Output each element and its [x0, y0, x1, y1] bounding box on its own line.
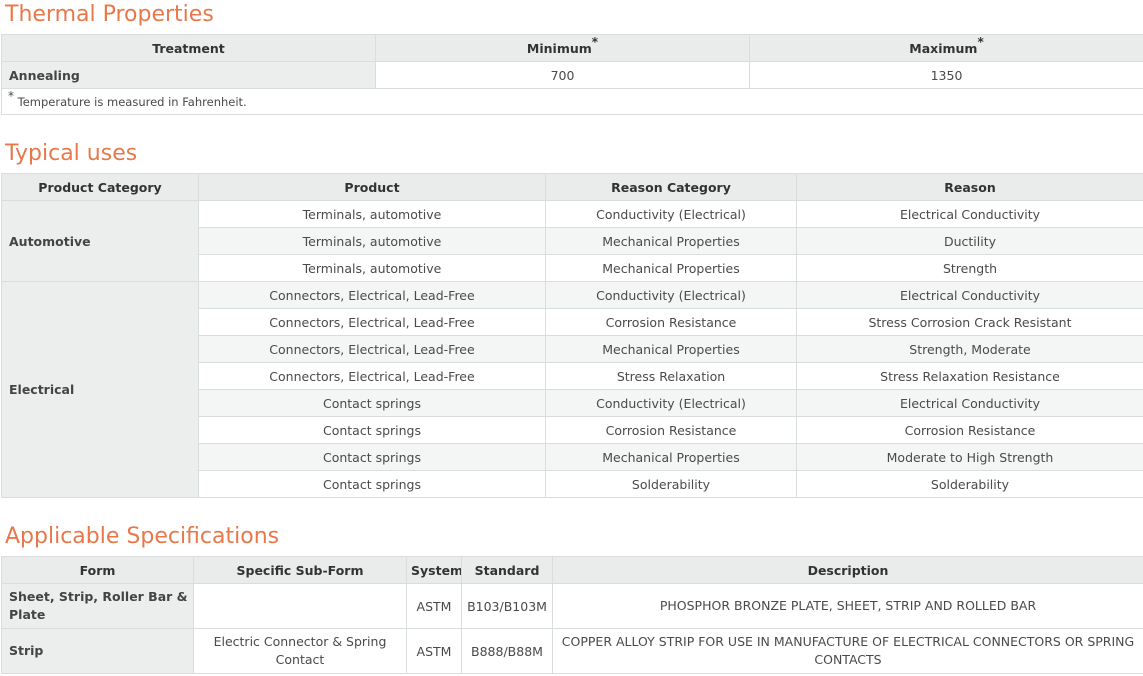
reason-cell: Stress Corrosion Crack Resistant [796, 308, 1143, 336]
asterisk-marker: * [8, 88, 14, 103]
applicable-specifications-title: Applicable Specifications [5, 524, 280, 549]
typical-uses-title: Typical uses [5, 141, 138, 166]
product-cell: Connectors, Electrical, Lead-Free [198, 335, 546, 363]
asterisk-marker: * [591, 35, 599, 50]
reason-category-cell: Conductivity (Electrical) [545, 281, 797, 309]
product-category-cell: Automotive [1, 200, 199, 282]
table-row: Strip Electric Connector & Spring Contact… [1, 628, 1143, 674]
reason-category-cell: Corrosion Resistance [545, 416, 797, 444]
product-cell: Connectors, Electrical, Lead-Free [198, 362, 546, 390]
column-header: Description [552, 556, 1143, 584]
product-cell: Contact springs [198, 470, 546, 498]
reason-cell: Electrical Conductivity [796, 281, 1143, 309]
product-cell: Terminals, automotive [198, 200, 546, 228]
description-cell: COPPER ALLOY STRIP FOR USE IN MANUFACTUR… [552, 628, 1143, 674]
sub-form-cell [193, 583, 407, 629]
standard-cell: B103/B103M [461, 583, 553, 629]
product-cell: Terminals, automotive [198, 227, 546, 255]
header-label: Minimum [526, 40, 592, 56]
form-cell: Sheet, Strip, Roller Bar & Plate [1, 583, 194, 629]
column-header: System [406, 556, 462, 584]
thermal-properties-table: Treatment Minimum* Maximum* Annealing 70… [1, 34, 1143, 115]
reason-category-cell: Mechanical Properties [545, 443, 797, 471]
header-minimum: Minimum* [375, 34, 750, 62]
column-header: Product [198, 173, 546, 201]
reason-cell: Stress Relaxation Resistance [796, 362, 1143, 390]
product-cell: Contact springs [198, 389, 546, 417]
product-cell: Contact springs [198, 416, 546, 444]
applicable-specifications-table: Form Specific Sub-Form System Standard Descr… [1, 556, 1143, 674]
product-cell: Contact springs [198, 443, 546, 471]
reason-category-cell: Solderability [545, 470, 797, 498]
maximum-cell: 1350 [749, 61, 1143, 89]
table-header-row: Product Category Product Reason Category Re… [1, 173, 1143, 201]
reason-category-cell: Mechanical Properties [545, 227, 797, 255]
column-header: Product Category [1, 173, 199, 201]
thermal-properties-title: Thermal Properties [5, 2, 214, 27]
reason-cell: Electrical Conductivity [796, 389, 1143, 417]
table-row: Automotive Terminals, automotive Conductiv… [1, 200, 1143, 282]
product-cell: Connectors, Electrical, Lead-Free [198, 308, 546, 336]
reason-cell: Corrosion Resistance [796, 416, 1143, 444]
header-label: Treatment [152, 40, 225, 56]
typical-uses-table: Product Category Product Reason Category Re… [1, 173, 1143, 498]
table-row: Electrical Connectors, Electrical, Lead-F… [1, 281, 1143, 498]
reason-cell: Moderate to High Strength [796, 443, 1143, 471]
reason-cell: Ductility [796, 227, 1143, 255]
table-header-row: Form Specific Sub-Form System Standard Descr… [1, 556, 1143, 584]
column-header: Form [1, 556, 194, 584]
description-cell: PHOSPHOR BRONZE PLATE, SHEET, STRIP AND … [552, 583, 1143, 629]
reason-category-cell: Corrosion Resistance [545, 308, 797, 336]
column-header: Reason Category [545, 173, 797, 201]
reason-category-cell: Mechanical Properties [545, 254, 797, 282]
reason-category-cell: Stress Relaxation [545, 362, 797, 390]
reason-category-cell: Conductivity (Electrical) [545, 200, 797, 228]
table-note-row: * Temperature is measured in Fahrenheit. [1, 88, 1143, 115]
product-cell: Connectors, Electrical, Lead-Free [198, 281, 546, 309]
footnote-text: Temperature is measured in Fahrenheit. [17, 94, 247, 109]
reason-category-cell: Conductivity (Electrical) [545, 389, 797, 417]
system-cell: ASTM [406, 583, 462, 629]
header-maximum: Maximum* [749, 34, 1143, 62]
treatment-cell: Annealing [1, 61, 376, 89]
minimum-cell: 700 [375, 61, 750, 89]
system-cell: ASTM [406, 628, 462, 674]
header-label: Maximum [909, 40, 978, 56]
product-category-cell: Electrical [1, 281, 199, 498]
column-header: Standard [461, 556, 553, 584]
column-header: Specific Sub-Form [193, 556, 407, 584]
table-header-row: Treatment Minimum* Maximum* [1, 34, 1143, 62]
header-treatment: Treatment [1, 34, 376, 62]
reason-cell: Strength [796, 254, 1143, 282]
table-row: Sheet, Strip, Roller Bar & Plate ASTM B103… [1, 583, 1143, 629]
table-row: Annealing 700 1350 [1, 61, 1143, 89]
reason-cell: Solderability [796, 470, 1143, 498]
standard-cell: B888/B88M [461, 628, 553, 674]
reason-category-cell: Mechanical Properties [545, 335, 797, 363]
reason-cell: Strength, Moderate [796, 335, 1143, 363]
asterisk-marker: * [977, 35, 984, 50]
column-header: Reason [796, 173, 1143, 201]
product-cell: Terminals, automotive [198, 254, 546, 282]
form-cell: Strip [1, 628, 194, 674]
reason-cell: Electrical Conductivity [796, 200, 1143, 228]
footnote: * Temperature is measured in Fahrenheit. [1, 88, 1143, 115]
sub-form-cell: Electric Connector & Spring Contact [193, 628, 407, 674]
